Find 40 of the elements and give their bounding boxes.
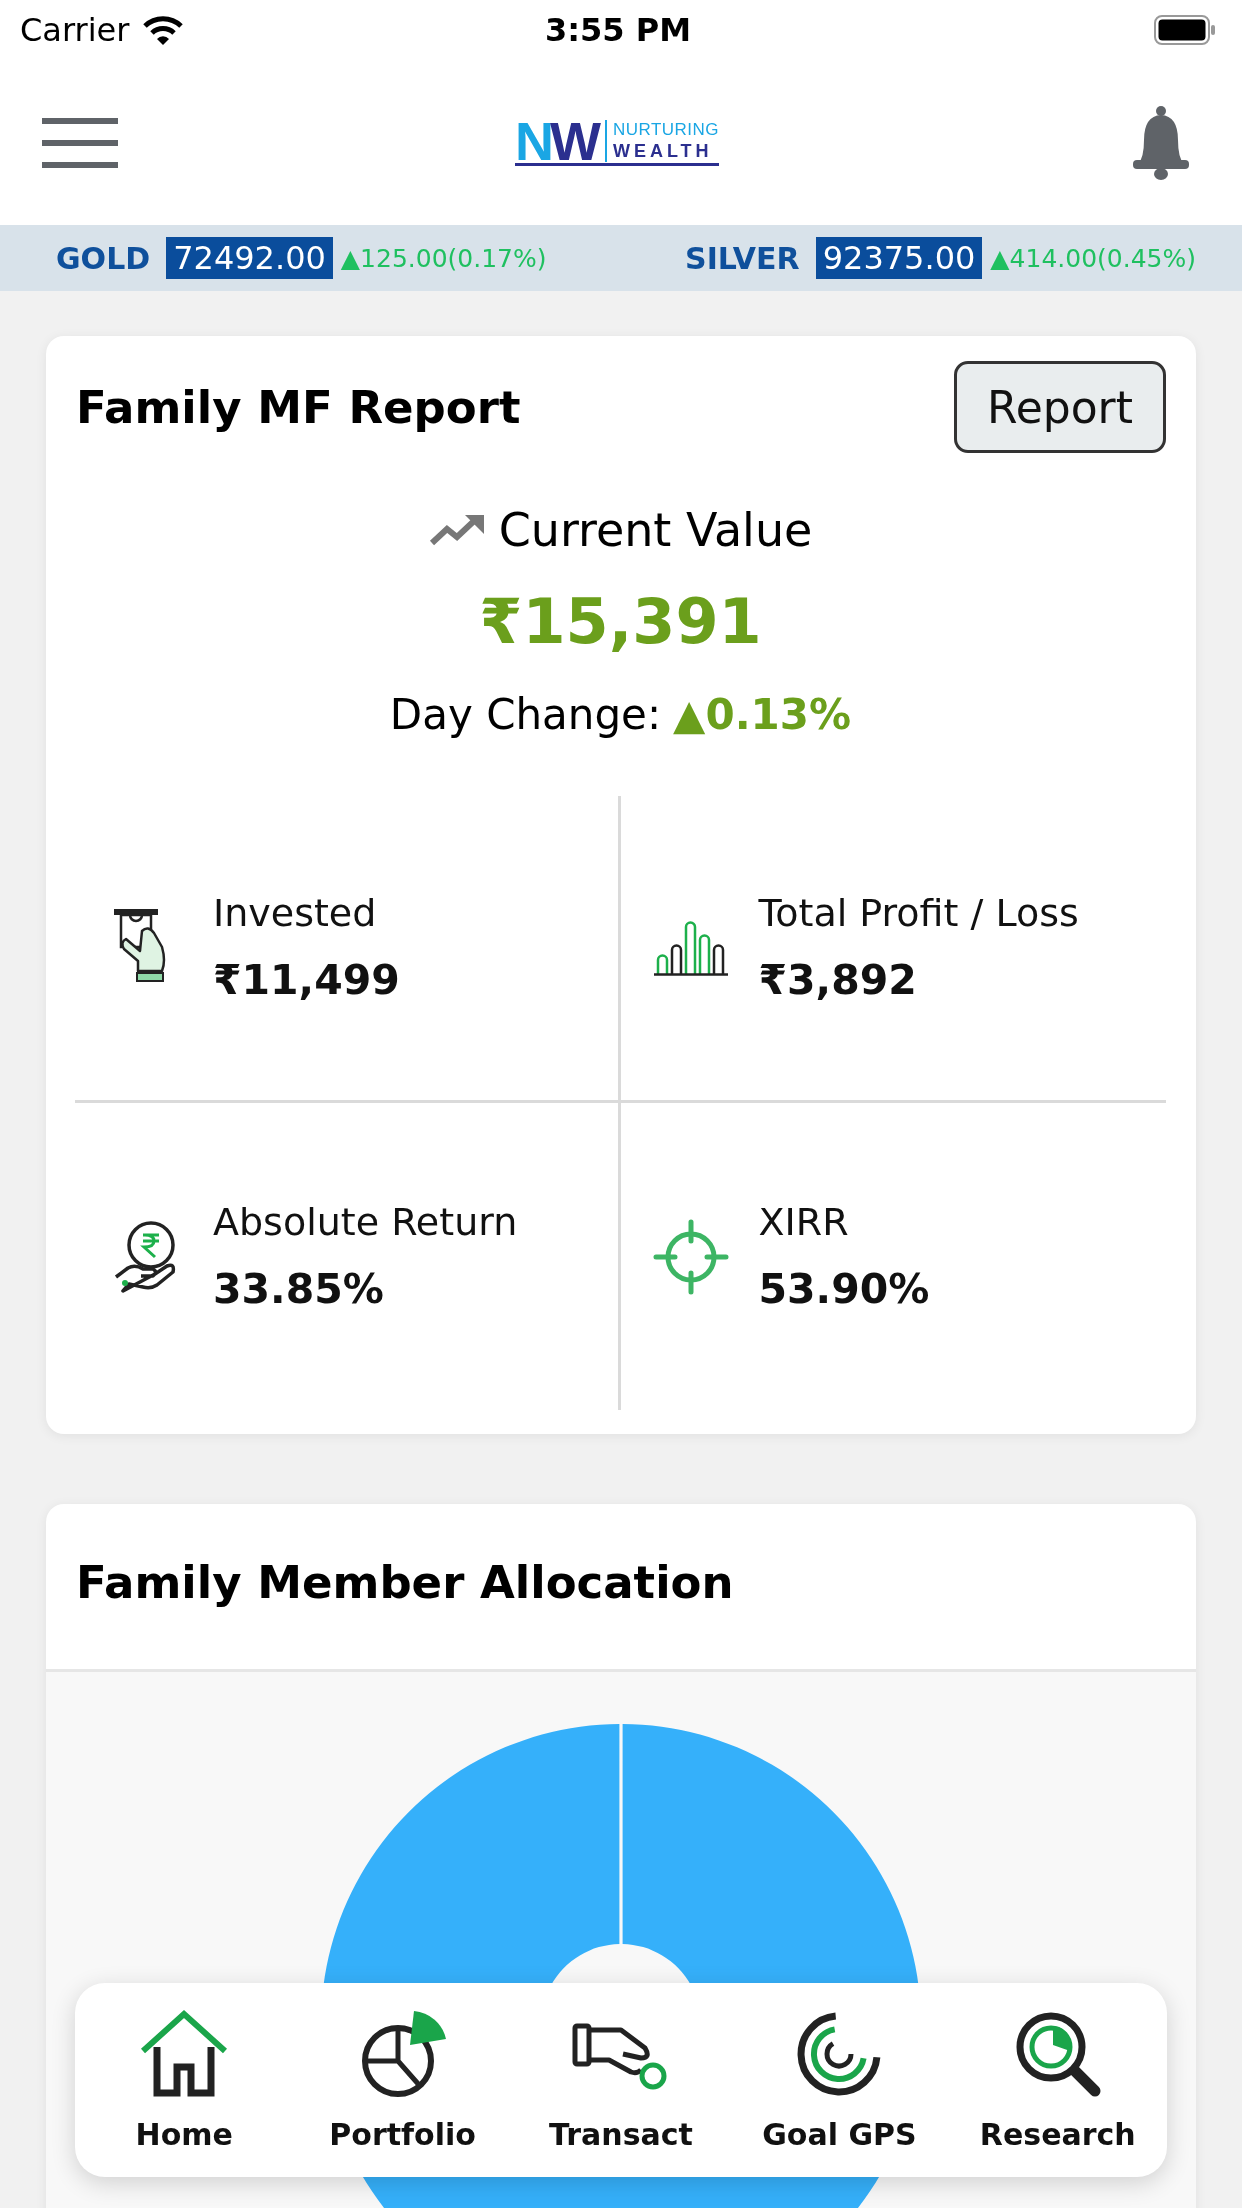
metric-label: Total Profit / Loss <box>758 890 1079 937</box>
bar-chart-icon <box>653 920 728 976</box>
logo-mark: NW <box>514 119 599 162</box>
commodity-change: ▲125.00(0.17%) <box>340 243 547 273</box>
current-value: ₹15,391 <box>479 584 762 660</box>
metric-value: ₹11,499 <box>213 955 400 1006</box>
card-title: Family MF Report <box>75 380 521 434</box>
nav-tab[interactable]: Home <box>75 1983 294 2177</box>
nav-tab[interactable]: Goal GPS <box>730 1983 949 2177</box>
report-button[interactable]: Report <box>954 361 1166 453</box>
trending-up-icon <box>428 513 485 547</box>
day-change-value: ▲0.13% <box>673 690 852 739</box>
battery-icon <box>1154 15 1216 45</box>
wifi-icon <box>143 15 184 45</box>
bell-icon[interactable] <box>1130 103 1192 182</box>
metric-value: 33.85% <box>213 1263 384 1315</box>
logo-tagline: NURTURING <box>612 119 720 140</box>
nav-tab[interactable]: Portfolio <box>293 1983 512 2177</box>
metric-value: ₹3,892 <box>758 955 917 1006</box>
metric-value: 53.90% <box>758 1263 930 1315</box>
current-value-label: Current Value <box>498 503 813 557</box>
menu-icon[interactable] <box>42 117 118 168</box>
clock-time: 3:55 PM <box>545 11 691 49</box>
house-icon <box>139 2009 230 2099</box>
metric-label: Invested <box>213 890 377 937</box>
card-title: Family Member Allocation <box>76 1556 734 1609</box>
commodity-change: ▲414.00(0.45%) <box>990 243 1196 273</box>
commodity-name: GOLD <box>56 240 151 276</box>
day-change-label: Day Change: <box>389 690 662 739</box>
nav-tab[interactable]: Research <box>948 1983 1167 2177</box>
nav-tab[interactable]: Transact <box>511 1983 731 2177</box>
logo-wordmark: WEALTH <box>612 139 714 162</box>
metric-label: Absolute Return <box>213 1198 518 1246</box>
commodity-price: 92375.00 <box>815 237 983 279</box>
metric-label: XIRR <box>758 1198 849 1246</box>
crosshair-icon <box>652 1218 729 1295</box>
commodity-name: SILVER <box>685 240 800 276</box>
carrier-name: Carrier <box>20 11 130 49</box>
commodity-price: 72492.00 <box>166 237 333 279</box>
hand-coin-icon <box>113 1218 177 1295</box>
